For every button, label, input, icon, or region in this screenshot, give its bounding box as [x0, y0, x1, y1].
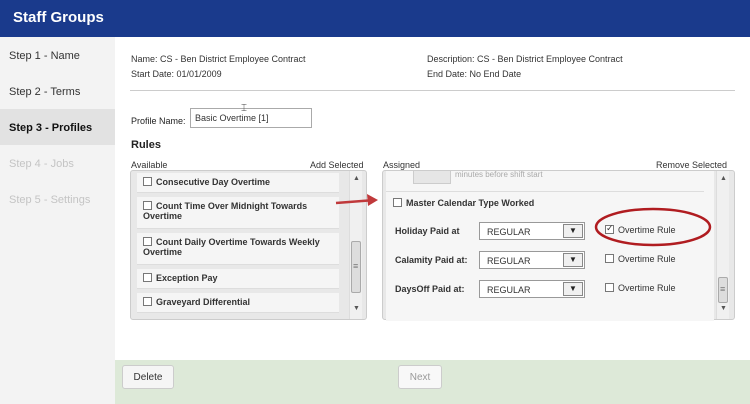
rules-heading: Rules — [131, 139, 161, 151]
dropdown-arrow-icon[interactable]: ▼ — [563, 253, 583, 267]
checkbox[interactable] — [143, 177, 152, 186]
step-name[interactable]: Step 1 - Name — [0, 37, 115, 73]
list-item[interactable]: Consecutive Day Overtime — [137, 173, 339, 193]
scroll-up-icon[interactable]: ▲ — [350, 175, 363, 182]
assigned-scrollbar[interactable]: ▲ ▼ — [716, 171, 729, 319]
step-terms[interactable]: Step 2 - Terms — [0, 73, 115, 109]
scroll-thumb[interactable] — [718, 277, 728, 303]
app-title: Staff Groups — [0, 0, 750, 37]
assigned-label: Assigned — [383, 160, 421, 170]
wizard-steps: Step 1 - Name Step 2 - Terms Step 3 - Pr… — [0, 37, 115, 404]
next-button[interactable]: Next — [398, 365, 442, 389]
daysoff-paid-label: DaysOff Paid at: — [395, 284, 465, 294]
holiday-paid-select[interactable]: REGULAR ▼ — [479, 222, 585, 240]
dropdown-arrow-icon[interactable]: ▼ — [563, 224, 583, 238]
main-content: Name: CS - Ben District Employee Contrac… — [115, 37, 750, 404]
step-profiles[interactable]: Step 3 - Profiles — [0, 109, 115, 145]
checkbox[interactable] — [605, 283, 614, 292]
list-item[interactable]: Count Daily Overtime Towards Weekly Over… — [137, 233, 339, 265]
start-date-value: 01/01/2009 — [176, 69, 222, 79]
profile-name-label: Profile Name: — [131, 116, 186, 126]
checkbox[interactable] — [605, 254, 614, 263]
group-name: Name: CS - Ben District Employee Contrac… — [131, 54, 306, 64]
step-jobs: Step 4 - Jobs — [9, 158, 74, 170]
start-date: Start Date: 01/01/2009 — [131, 69, 222, 79]
daysoff-paid-select[interactable]: REGULAR ▼ — [479, 280, 585, 298]
add-selected-link[interactable]: Add Selected — [310, 160, 364, 170]
available-scrollbar[interactable]: ▲ ▼ — [349, 171, 362, 319]
end-date: End Date: No End Date — [427, 69, 521, 79]
text-cursor-icon: ⌶ — [241, 103, 247, 114]
end-date-label: End Date: — [427, 69, 468, 79]
assigned-rules-list[interactable]: minutes before shift start Master Calend… — [382, 170, 735, 321]
scroll-up-icon[interactable]: ▲ — [717, 175, 730, 182]
available-rules-list[interactable]: Consecutive Day Overtime Count Time Over… — [130, 170, 367, 320]
scroll-thumb[interactable] — [351, 241, 361, 293]
checkbox[interactable] — [605, 223, 614, 234]
calamity-paid-label: Calamity Paid at: — [395, 255, 468, 265]
scroll-down-icon[interactable]: ▼ — [350, 305, 363, 312]
partial-field — [413, 171, 451, 184]
assigned-list-body — [386, 171, 714, 321]
delete-button[interactable]: Delete — [122, 365, 174, 389]
profile-name-input[interactable]: Basic Overtime [1] — [190, 108, 312, 128]
available-label: Available — [131, 160, 168, 170]
checkbox[interactable] — [143, 201, 152, 210]
divider — [130, 90, 735, 91]
start-date-label: Start Date: — [131, 69, 175, 79]
step-settings: Step 5 - Settings — [9, 194, 91, 206]
list-item[interactable]: Count Time Over Midnight Towards Overtim… — [137, 197, 339, 229]
assigned-item[interactable]: Master Calendar Type Worked — [393, 198, 534, 208]
daysoff-overtime-rule[interactable]: Overtime Rule — [605, 283, 676, 293]
calamity-paid-select[interactable]: REGULAR ▼ — [479, 251, 585, 269]
calamity-overtime-rule[interactable]: Overtime Rule — [605, 254, 676, 264]
scroll-down-icon[interactable]: ▼ — [717, 305, 730, 312]
checkbox[interactable] — [143, 297, 152, 306]
end-date-value: No End Date — [469, 69, 522, 79]
partial-rule-text: minutes before shift start — [455, 170, 543, 179]
footer-bar: Delete Next — [115, 360, 750, 404]
dropdown-arrow-icon[interactable]: ▼ — [563, 282, 583, 296]
remove-selected-link[interactable]: Remove Selected — [656, 160, 727, 170]
checkbox[interactable] — [143, 273, 152, 282]
holiday-paid-label: Holiday Paid at — [395, 226, 460, 236]
list-item[interactable]: Exception Pay — [137, 269, 339, 289]
list-item[interactable]: Graveyard Differential — [137, 293, 339, 313]
group-description: Description: CS - Ben District Employee … — [427, 54, 623, 64]
checkbox[interactable] — [143, 237, 152, 246]
holiday-overtime-rule[interactable]: Overtime Rule — [605, 223, 676, 235]
checkbox[interactable] — [393, 198, 402, 207]
